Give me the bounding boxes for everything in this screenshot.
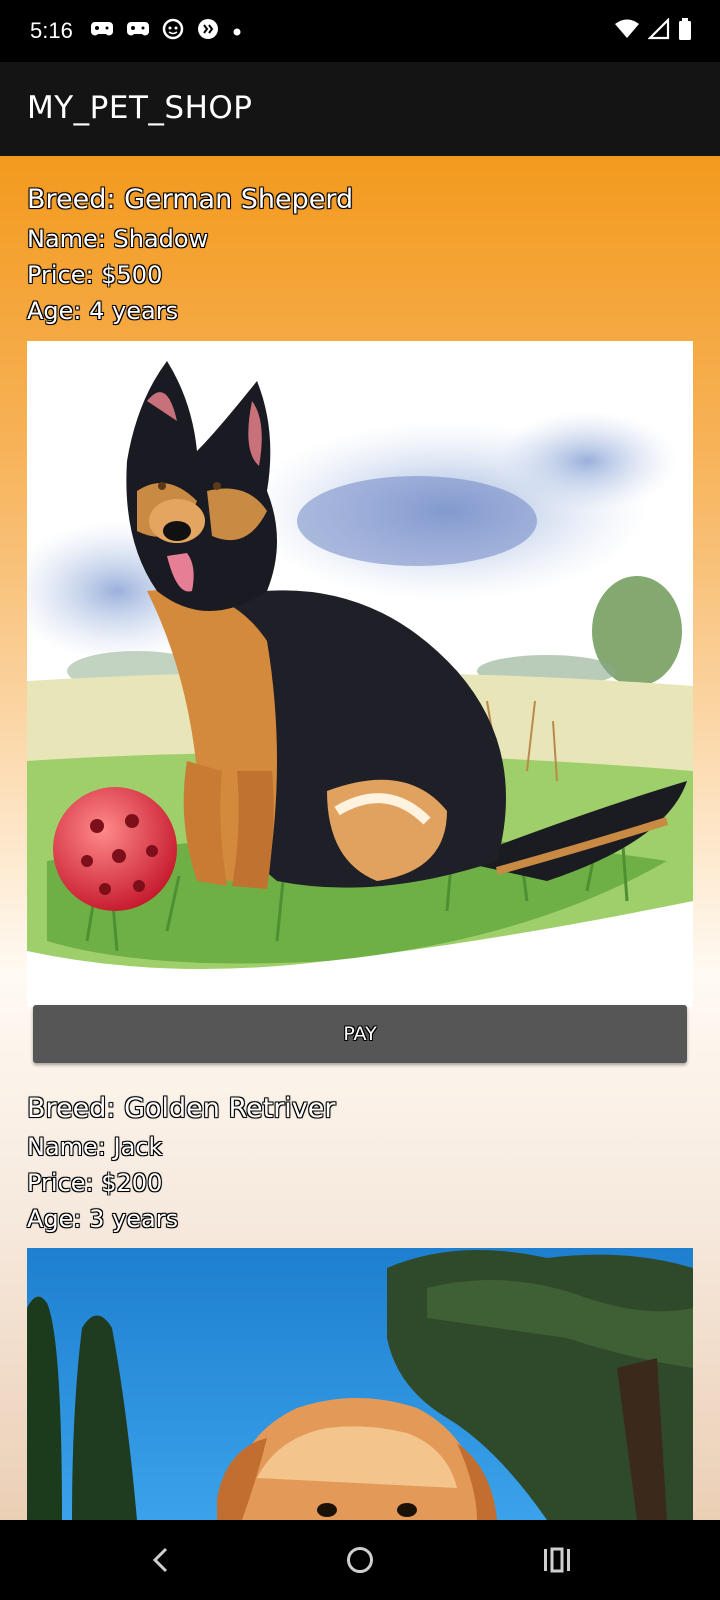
- recents-icon[interactable]: [532, 1538, 582, 1582]
- pay-button[interactable]: PAY: [33, 1005, 687, 1063]
- app-bar: MY_PET_SHOP: [0, 62, 720, 156]
- pet-breed: Breed: Golden Retriver: [27, 1093, 336, 1124]
- back-icon[interactable]: [135, 1538, 185, 1582]
- app-title: MY_PET_SHOP: [27, 90, 253, 126]
- pet-breed: Breed: German Sheperd: [27, 184, 354, 215]
- pet-image: [27, 341, 693, 1007]
- status-bar: 5:16: [0, 0, 720, 62]
- german-shepherd-illustration: [27, 341, 693, 1007]
- pet-price: Price: $200: [27, 1169, 163, 1197]
- game-controller-icon: [126, 19, 150, 43]
- notification-icons: [90, 16, 242, 46]
- pet-list[interactable]: Breed: German Sheperd Name: Shadow Price…: [0, 156, 720, 1520]
- pet-name: Name: Jack: [27, 1133, 163, 1161]
- pet-price: Price: $500: [27, 261, 163, 289]
- pet-age: Age: 4 years: [27, 297, 179, 325]
- system-icons: [614, 16, 692, 46]
- cat-face-icon: [162, 18, 184, 44]
- pet-name: Name: Shadow: [27, 225, 209, 253]
- home-icon[interactable]: [335, 1538, 385, 1582]
- battery-icon: [678, 17, 692, 45]
- dot-icon: [232, 22, 242, 41]
- golden-retriever-illustration: [27, 1248, 693, 1520]
- status-time: 5:16: [30, 18, 73, 43]
- game-controller-icon: [90, 19, 114, 43]
- cell-signal-icon: [647, 17, 670, 44]
- pet-age: Age: 3 years: [27, 1205, 179, 1233]
- navigation-bar: [0, 1520, 720, 1600]
- chat-bubble-icon: [196, 17, 220, 45]
- pet-image: [27, 1248, 693, 1520]
- wifi-icon: [614, 18, 640, 44]
